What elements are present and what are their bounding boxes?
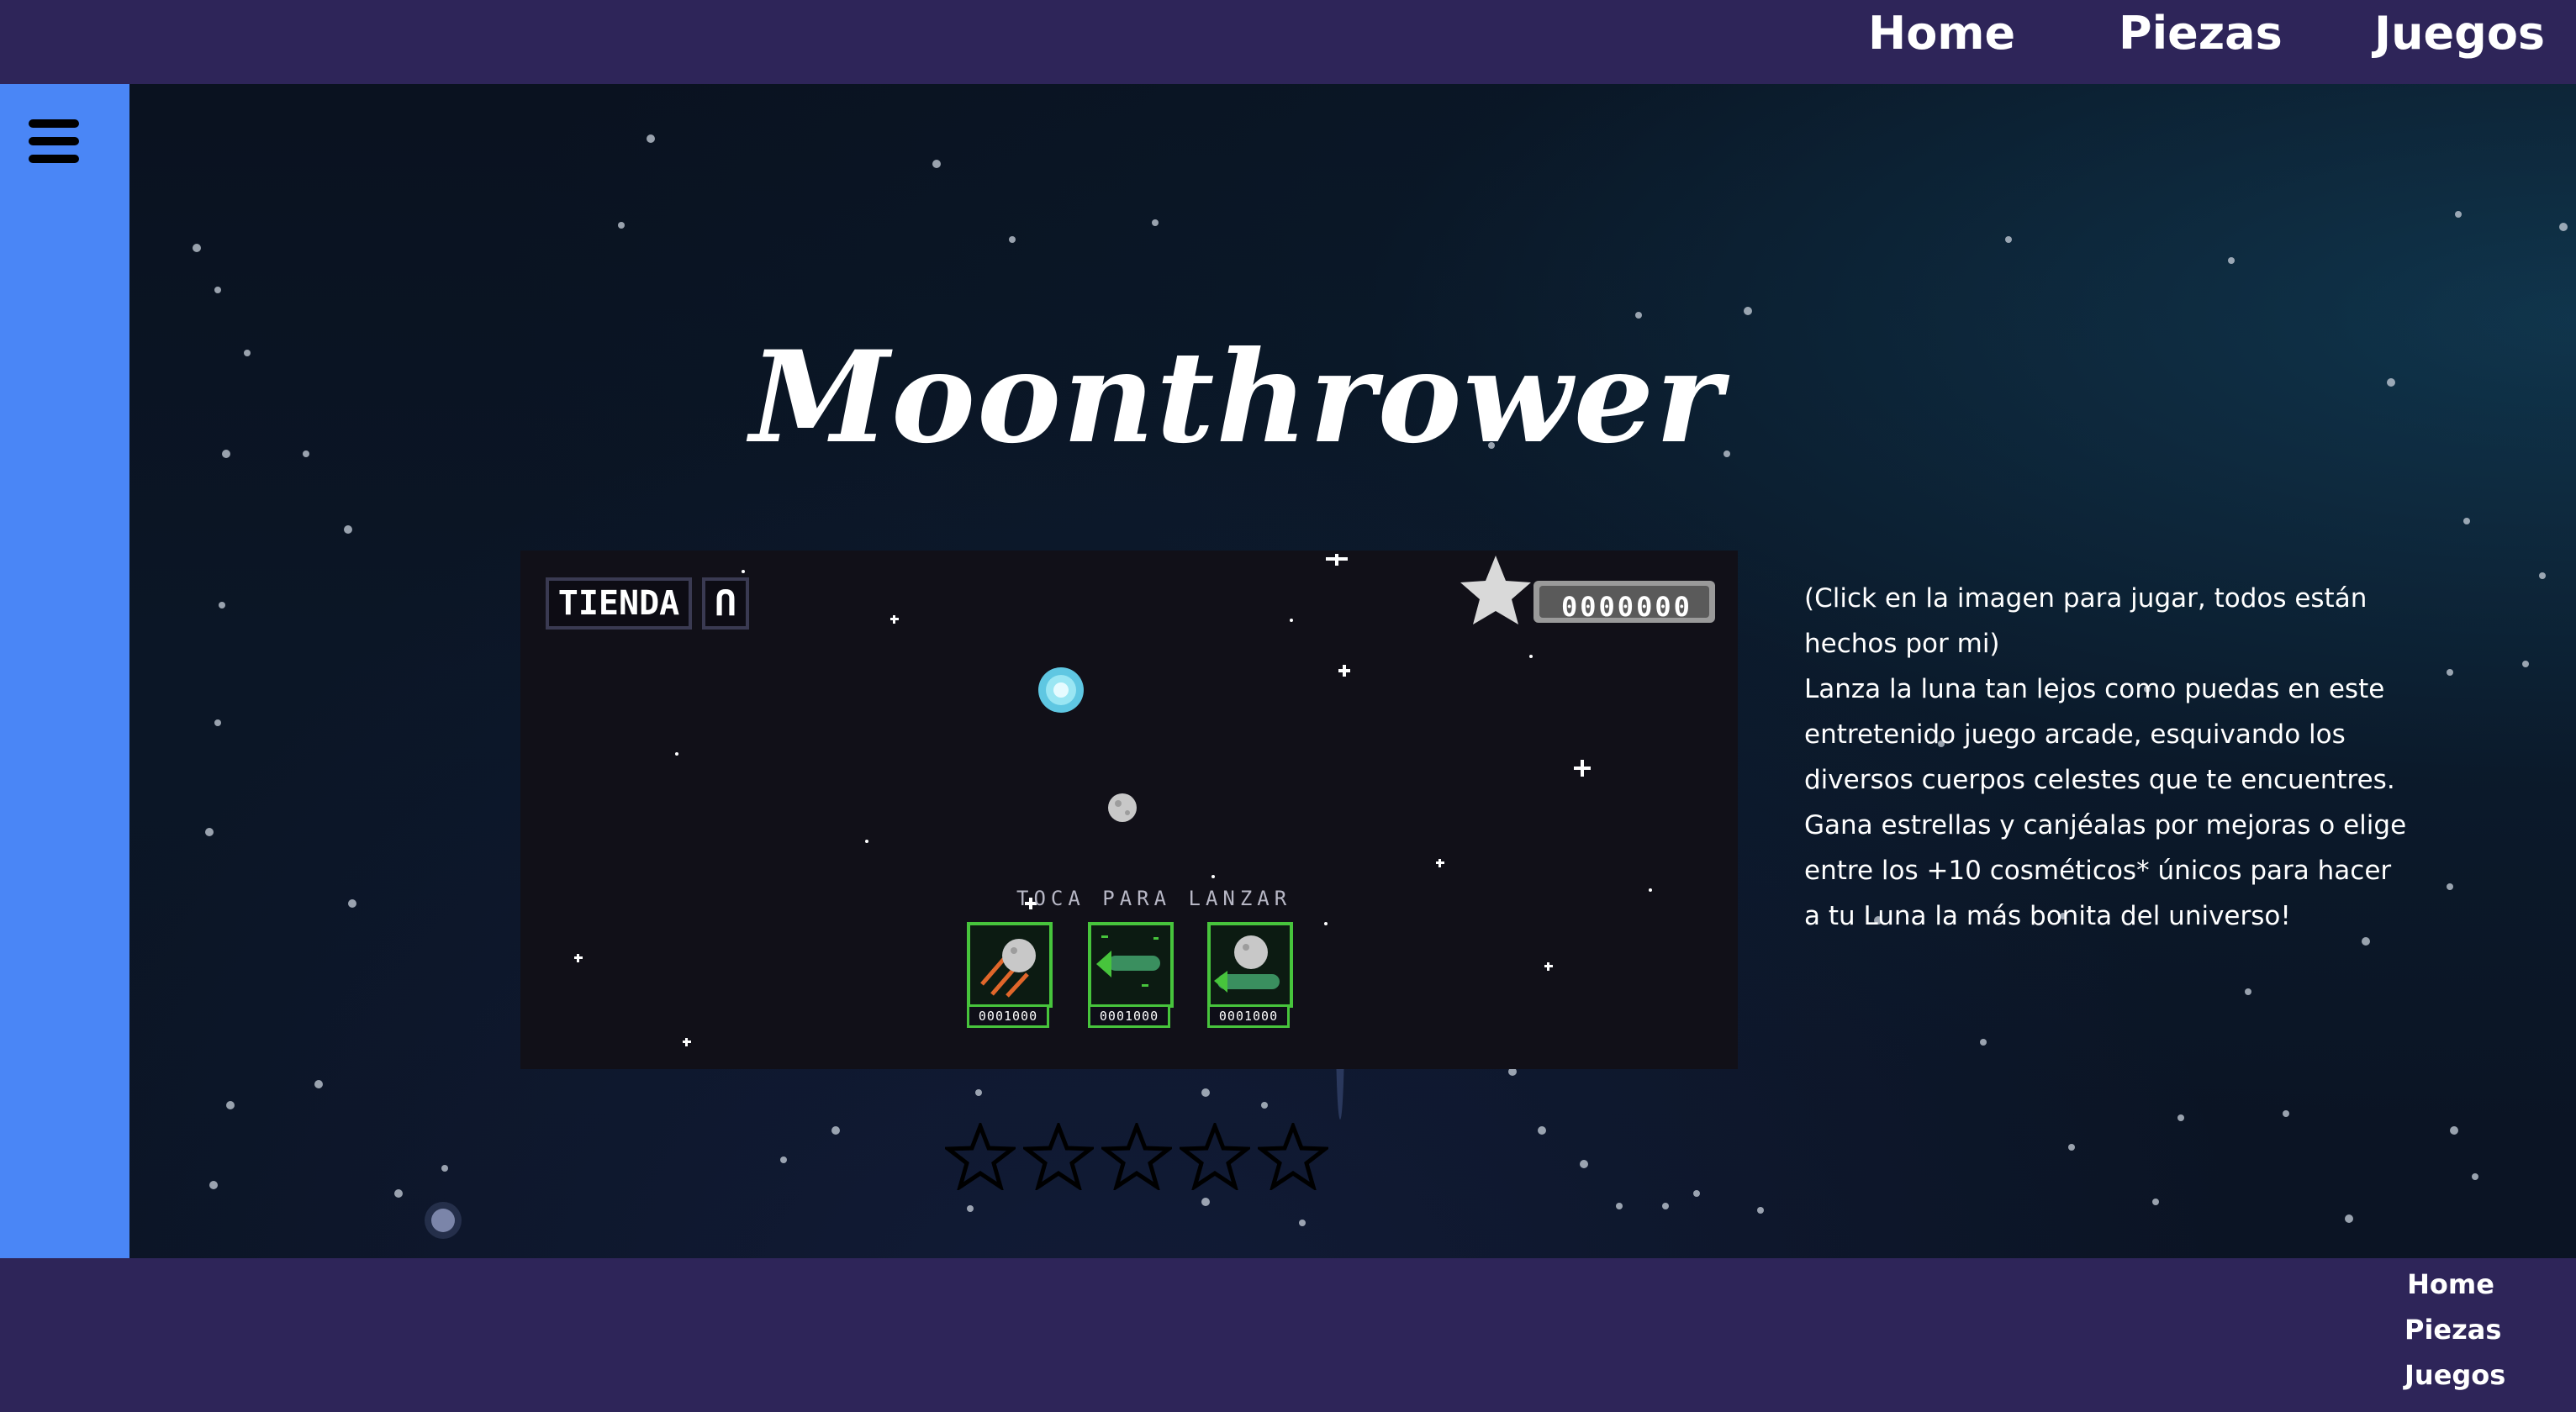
green-comet-card-icon xyxy=(1088,922,1174,1008)
rating-star-3-icon[interactable] xyxy=(1101,1123,1173,1190)
card-price: 0001000 xyxy=(1088,1004,1170,1028)
nav-piezas-link[interactable]: Piezas xyxy=(2119,7,2283,60)
nav-home-link[interactable]: Home xyxy=(1868,7,2015,60)
hamburger-menu-icon[interactable] xyxy=(29,119,79,170)
footer-home-link[interactable]: Home xyxy=(2404,1268,2497,1300)
moon-meteor-card-icon xyxy=(967,922,1053,1008)
tap-to-launch-label: TOCA PARA LANZAR xyxy=(1016,887,1292,910)
main-content: Moonthrower TIENDA Ո 0000000 TOCA PARA L… xyxy=(129,84,2576,1258)
store-icon-button: Ո xyxy=(702,577,749,630)
rating-star-1-icon[interactable] xyxy=(945,1123,1016,1190)
store-button: TIENDA xyxy=(546,577,692,630)
star-rating xyxy=(945,1123,1332,1190)
footer-piezas-link[interactable]: Piezas xyxy=(2404,1314,2501,1346)
nav-juegos-link[interactable]: Juegos xyxy=(2374,7,2545,60)
moon-green-trail-card-icon xyxy=(1207,922,1293,1008)
game-description: (Click en la imagen para jugar, todos es… xyxy=(1804,576,2410,939)
score-counter: 0000000 xyxy=(1561,591,1692,623)
rating-star-5-icon[interactable] xyxy=(1258,1123,1329,1190)
description-body: Lanza la luna tan lejos como puedas en e… xyxy=(1804,674,2407,931)
card-price: 0001000 xyxy=(967,1004,1049,1028)
description-note: (Click en la imagen para jugar, todos es… xyxy=(1804,583,2367,659)
page-title: Moonthrower xyxy=(750,324,1724,472)
game-preview-image[interactable]: TIENDA Ո 0000000 TOCA PARA LANZAR 000100… xyxy=(520,551,1738,1069)
card-price: 0001000 xyxy=(1207,1004,1290,1028)
rating-star-2-icon[interactable] xyxy=(1023,1123,1095,1190)
rating-star-4-icon[interactable] xyxy=(1180,1123,1251,1190)
sidebar xyxy=(0,84,129,1258)
top-nav: Home Piezas Juegos xyxy=(0,0,2576,84)
footer: Home Piezas Juegos xyxy=(0,1258,2576,1412)
footer-juegos-link[interactable]: Juegos xyxy=(2404,1359,2505,1391)
